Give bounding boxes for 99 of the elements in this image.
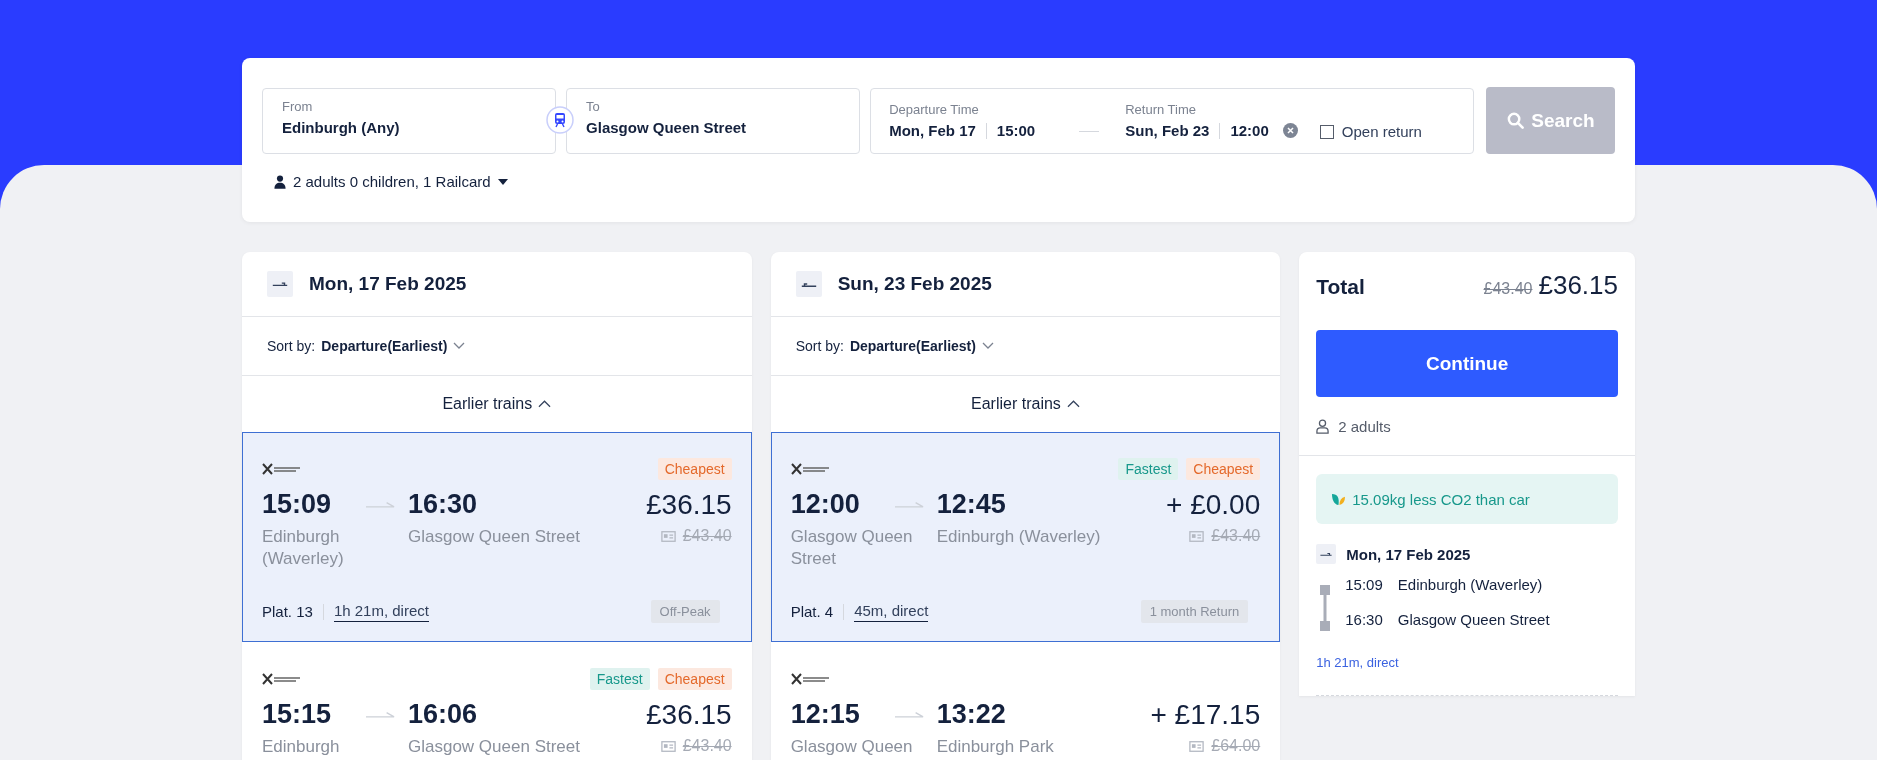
tag: Fastest <box>589 668 650 691</box>
platform: Plat. 13 <box>262 603 313 621</box>
search-icon <box>1506 111 1526 130</box>
railcard-icon <box>1189 530 1205 542</box>
original-price: £43.40 <box>1483 280 1533 298</box>
route-line-icon <box>1319 585 1332 631</box>
arrow-icon <box>366 711 396 720</box>
sort-dropdown[interactable]: Sort by: Departure(Earliest) <box>242 317 752 376</box>
arrival-time: 16:06 <box>408 699 478 731</box>
railcard-icon <box>1189 740 1205 752</box>
train-option[interactable]: 12:15 Glasgow Queen 13:22 Edinburgh Park + £17.15 £64.00 <box>770 642 1281 760</box>
field-label: From <box>282 98 314 114</box>
duration-link[interactable]: 1h 21m, direct <box>333 601 429 622</box>
arrival-time: 13:22 <box>936 699 1006 731</box>
field-label: To <box>586 98 601 114</box>
checkbox-label[interactable]: Open return <box>1341 123 1422 140</box>
tag: Cheapest <box>657 458 732 480</box>
sort-dropdown[interactable]: Sort by: Departure(Earliest) <box>770 317 1281 376</box>
railcard-icon <box>660 740 676 752</box>
outbound-train-icon <box>267 271 293 297</box>
fare-type: 1 month Return <box>1140 600 1249 624</box>
stop-station: Glasgow Queen Street <box>1397 611 1550 628</box>
stop-station: Edinburgh (Waverley) <box>1397 576 1543 593</box>
field-label: Departure Time <box>889 102 980 117</box>
fare-type: Off-Peak <box>650 600 720 624</box>
field-value: Edinburgh (Any) <box>282 118 401 136</box>
journey-date: Mon, 17 Feb 2025 <box>309 273 467 295</box>
platform: Plat. 4 <box>790 603 834 621</box>
duration-link[interactable]: 1h 21m, direct <box>1316 655 1399 670</box>
clear-icon[interactable] <box>1282 123 1298 138</box>
person-icon <box>1316 419 1330 434</box>
arrow-icon <box>894 501 925 509</box>
passenger-count: 2 adults <box>1338 418 1391 435</box>
price: £36.15 <box>646 699 732 732</box>
railcard-icon <box>660 530 676 542</box>
train-option[interactable]: Fastest Cheapest 12:00 Glasgow Queen Street 12:45 Edinburgh (Waverley) + £0.00 £43.40 Plat. 4 45m, direct 1 month Return <box>770 432 1281 643</box>
date-value[interactable]: Mon, Feb 17 <box>889 122 976 139</box>
leaf-icon <box>1331 492 1347 506</box>
operator-logo-icon <box>262 673 302 686</box>
operator-logo-icon <box>790 673 831 686</box>
stop-time: 16:30 <box>1345 611 1383 628</box>
station-name: Edinburgh (Waverley) <box>936 526 1101 548</box>
operator-logo-icon <box>790 463 831 475</box>
earlier-trains-button[interactable]: Earlier trains <box>436 394 558 414</box>
chevron-up-icon <box>1066 400 1080 408</box>
field-value: Glasgow Queen Street <box>586 118 748 136</box>
station-name: Edinburgh (Waverley) <box>262 526 345 571</box>
total-price: £36.15 <box>1538 270 1618 301</box>
arrow-icon <box>894 711 925 720</box>
station-name: Glasgow Queen Street <box>408 526 580 548</box>
chevron-up-icon <box>538 400 552 408</box>
time-value[interactable]: 15:00 <box>996 122 1036 139</box>
station-name: Glasgow Queen <box>790 736 914 759</box>
departure-time: 12:00 <box>790 489 860 520</box>
station-name: Glasgow Queen Street <box>790 526 914 571</box>
original-price: £43.40 <box>682 737 732 756</box>
to-field[interactable]: To Glasgow Queen Street <box>566 87 861 154</box>
departure-time: 15:09 <box>262 489 332 520</box>
return-train-icon <box>795 271 822 297</box>
total-label: Total <box>1316 275 1365 299</box>
departure-time: 12:15 <box>790 699 860 731</box>
journey-date: Mon, 17 Feb 2025 <box>1346 545 1471 563</box>
station-name: Edinburgh <box>262 736 341 759</box>
duration-link[interactable]: 45m, direct <box>854 601 929 622</box>
price: £36.15 <box>646 489 732 521</box>
passenger-selector[interactable]: 2 adults 0 children, 1 Railcard <box>274 173 508 190</box>
checkbox[interactable] <box>1319 124 1334 139</box>
date-value[interactable]: Sun, Feb 23 <box>1125 122 1210 139</box>
operator-logo-icon <box>262 463 302 475</box>
chevron-down-icon <box>981 342 994 350</box>
chevron-down-icon <box>453 342 466 350</box>
original-price: £43.40 <box>682 527 732 545</box>
stop-time: 15:09 <box>1345 576 1383 593</box>
train-option[interactable]: Fastest Cheapest 15:15 Edinburgh 16:06 Glasgow Queen Street £36.15 £43.40 <box>242 642 752 760</box>
tag: Fastest <box>1118 458 1179 480</box>
time-value[interactable]: 12:00 <box>1230 122 1269 139</box>
arrow-icon <box>366 501 396 509</box>
station-name: Glasgow Queen Street <box>408 736 580 759</box>
continue-button[interactable]: Continue <box>1316 330 1618 397</box>
train-option[interactable]: Cheapest 15:09 Edinburgh (Waverley) 16:30 Glasgow Queen Street £36.15 £43.40 Plat. 13 1h 21m, direct Off-Peak <box>242 432 752 643</box>
caret-icon <box>497 178 508 185</box>
field-label: Return Time <box>1125 102 1198 117</box>
co2-banner: 15.09kg less CO2 than car <box>1316 474 1618 524</box>
price: + £0.00 <box>1166 489 1261 521</box>
price: + £17.15 <box>1150 699 1261 732</box>
arrival-time: 12:45 <box>936 489 1006 520</box>
person-icon <box>274 174 286 189</box>
earlier-trains-button[interactable]: Earlier trains <box>965 394 1086 414</box>
journey-date: Sun, 23 Feb 2025 <box>837 273 992 295</box>
tag: Cheapest <box>1186 458 1261 480</box>
arrival-time: 16:30 <box>408 489 478 520</box>
tag: Cheapest <box>657 668 732 691</box>
departure-time: 15:15 <box>262 699 332 731</box>
swap-train-icon[interactable] <box>546 106 574 134</box>
station-name: Edinburgh Park <box>936 736 1054 759</box>
outbound-train-icon <box>1316 544 1337 564</box>
original-price: £43.40 <box>1211 527 1261 545</box>
original-price: £64.00 <box>1211 737 1261 756</box>
from-field[interactable]: From Edinburgh (Any) <box>262 87 557 154</box>
